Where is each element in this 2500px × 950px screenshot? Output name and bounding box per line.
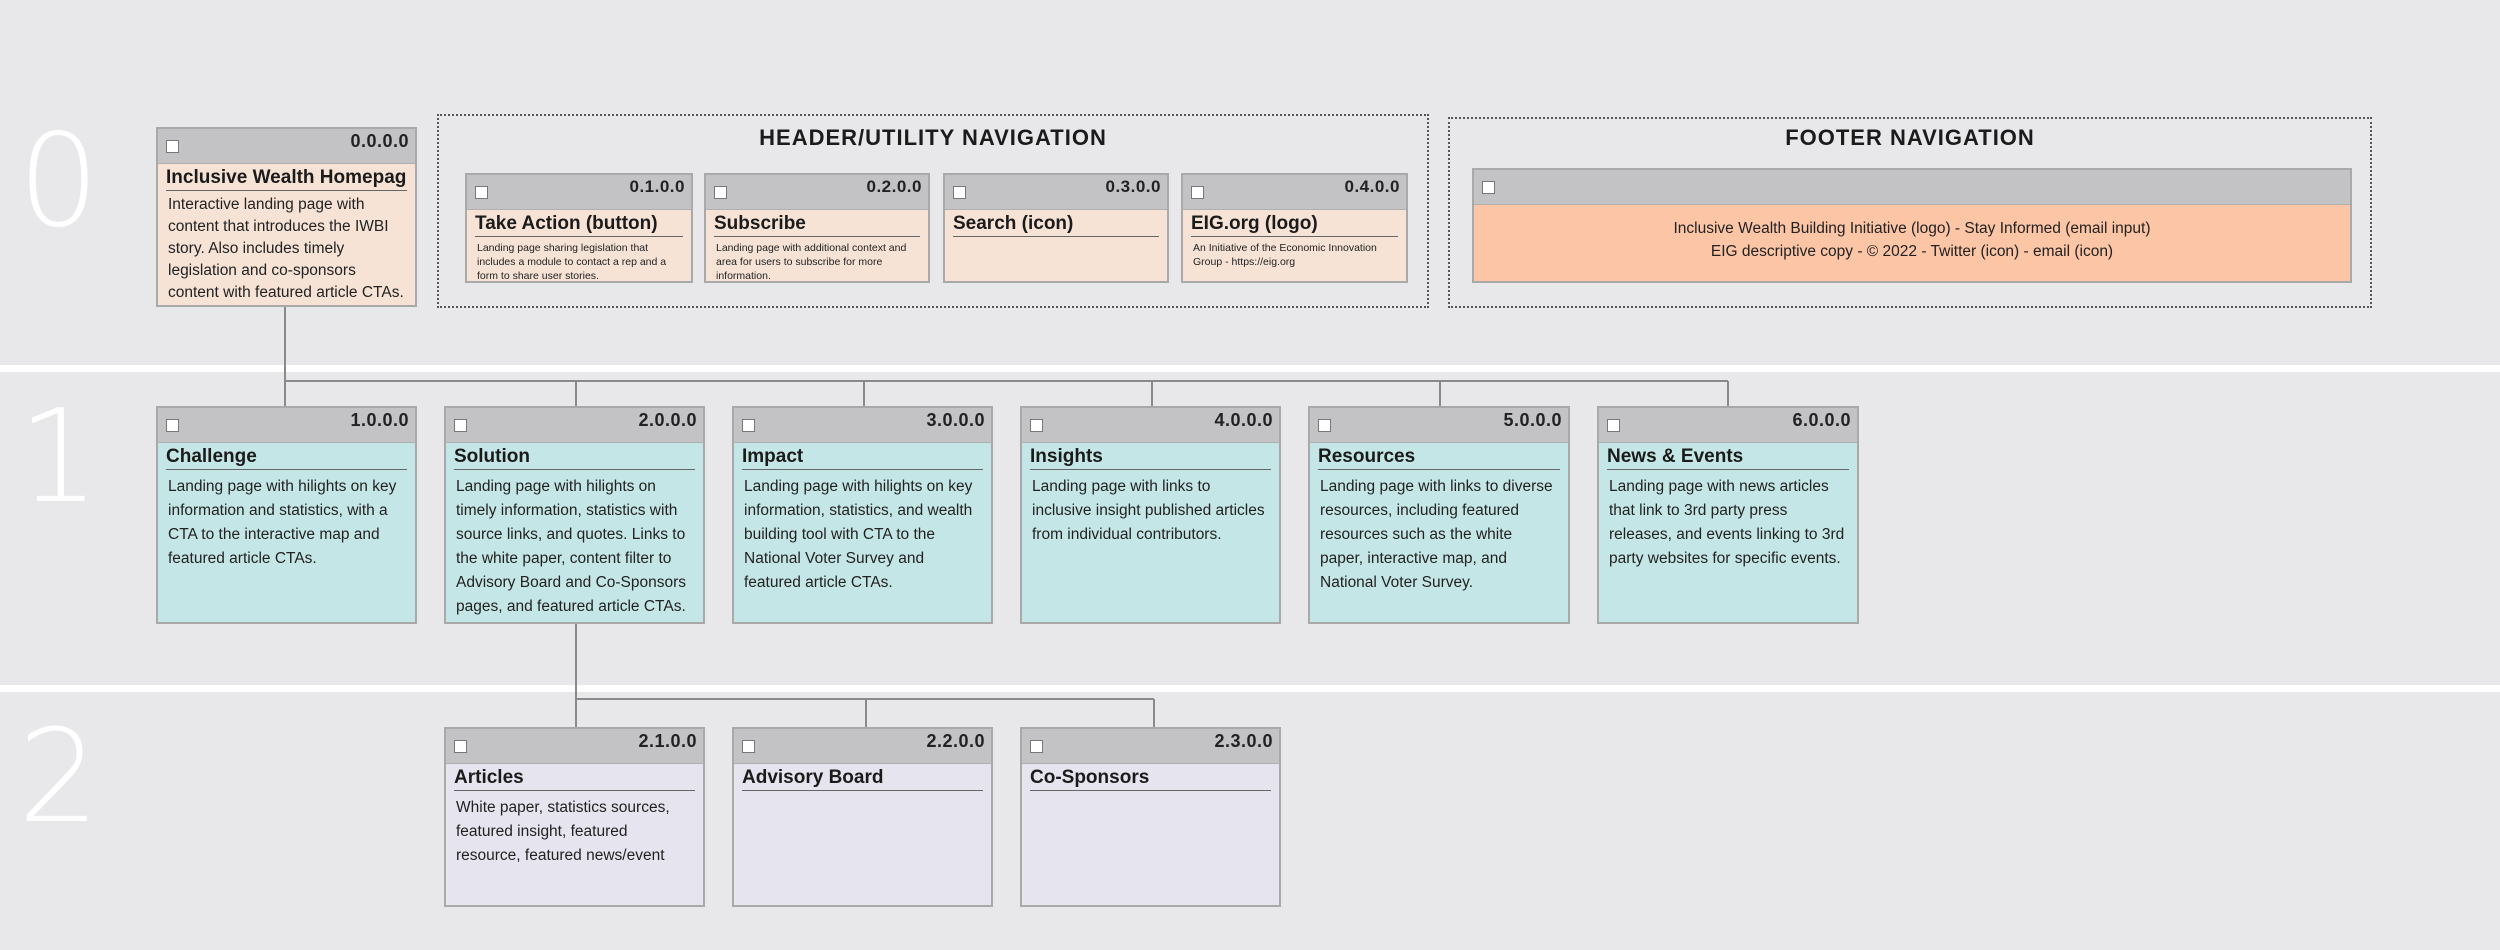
card-description: Landing page with hilights on timely inf…: [456, 478, 687, 615]
card-id: 2.1.0.0: [638, 731, 697, 751]
card-header: 2.3.0.0: [1022, 729, 1279, 764]
card-description: Landing page with additional context and…: [716, 242, 907, 282]
card-id: 1.0.0.0: [350, 410, 409, 430]
card-description: An Initiative of the Economic Innovation…: [1193, 242, 1377, 268]
card-solution[interactable]: 2.0.0.0 Solution Landing page with hilig…: [444, 406, 705, 624]
checkbox[interactable]: [454, 419, 467, 432]
card-id: 0.4.0.0: [1344, 177, 1400, 196]
checkbox[interactable]: [475, 186, 488, 199]
checkbox[interactable]: [1191, 186, 1204, 199]
card-header: 1.0.0.0: [158, 408, 415, 443]
checkbox[interactable]: [166, 140, 179, 153]
card-title: Search (icon): [953, 213, 1159, 237]
card-insights[interactable]: 4.0.0.0 Insights Landing page with links…: [1020, 406, 1281, 624]
card-id: 5.0.0.0: [1503, 410, 1562, 430]
checkbox[interactable]: [742, 419, 755, 432]
card-description: Landing page with hilights on key inform…: [744, 478, 973, 591]
card-homepage[interactable]: 0.0.0.0 Inclusive Wealth Homepage Intera…: [156, 127, 417, 307]
footer-nav-title: FOOTER NAVIGATION: [1785, 125, 2035, 150]
footer-nav-card[interactable]: Inclusive Wealth Building Initiative (lo…: [1472, 168, 2352, 283]
card-description: Landing page with links to inclusive ins…: [1032, 478, 1265, 543]
card-impact[interactable]: 3.0.0.0 Impact Landing page with hilight…: [732, 406, 993, 624]
footer-line-2: EIG descriptive copy - © 2022 - Twitter …: [1710, 243, 2114, 260]
checkbox[interactable]: [454, 740, 467, 753]
card-description: White paper, statistics sources, feature…: [456, 799, 670, 864]
card-title: Co-Sponsors: [1030, 767, 1271, 791]
card-title: Resources: [1318, 446, 1560, 470]
card-header: [1474, 170, 2350, 205]
card-description: Landing page with links to diverse resou…: [1320, 478, 1553, 591]
card-title: EIG.org (logo): [1191, 213, 1398, 237]
card-description: Landing page sharing legislation that in…: [477, 242, 667, 282]
checkbox[interactable]: [742, 740, 755, 753]
card-title: Challenge: [166, 446, 407, 470]
card-id: 2.2.0.0: [926, 731, 985, 751]
card-co-sponsors[interactable]: 2.3.0.0 Co-Sponsors: [1020, 727, 1281, 907]
card-search[interactable]: 0.3.0.0 Search (icon): [943, 173, 1169, 283]
card-id: 4.0.0.0: [1214, 410, 1273, 430]
card-title: Inclusive Wealth Homepage: [166, 167, 407, 191]
card-header: 5.0.0.0: [1310, 408, 1568, 443]
card-id: 6.0.0.0: [1792, 410, 1851, 430]
card-id: 2.0.0.0: [638, 410, 697, 430]
card-news-events[interactable]: 6.0.0.0 News & Events Landing page with …: [1597, 406, 1859, 624]
card-header: 3.0.0.0: [734, 408, 991, 443]
checkbox[interactable]: [1030, 740, 1043, 753]
header-utility-nav-title: HEADER/UTILITY NAVIGATION: [759, 125, 1107, 150]
card-advisory-board[interactable]: 2.2.0.0 Advisory Board: [732, 727, 993, 907]
card-header: 2.0.0.0: [446, 408, 703, 443]
card-title: Solution: [454, 446, 695, 470]
checkbox[interactable]: [1318, 419, 1331, 432]
card-take-action[interactable]: 0.1.0.0 Take Action (button) Landing pag…: [465, 173, 693, 283]
card-id: 0.0.0.0: [350, 131, 409, 151]
card-eig-logo[interactable]: 0.4.0.0 EIG.org (logo) An Initiative of …: [1181, 173, 1408, 283]
card-header: 0.1.0.0: [467, 175, 691, 210]
card-challenge[interactable]: 1.0.0.0 Challenge Landing page with hili…: [156, 406, 417, 624]
card-header: 2.1.0.0: [446, 729, 703, 764]
card-title: News & Events: [1607, 446, 1849, 470]
card-title: Articles: [454, 767, 695, 791]
card-id: 0.2.0.0: [866, 177, 922, 196]
card-description: Interactive landing page with content th…: [168, 196, 404, 301]
checkbox[interactable]: [1482, 181, 1495, 194]
card-header: 6.0.0.0: [1599, 408, 1857, 443]
card-resources[interactable]: 5.0.0.0 Resources Landing page with link…: [1308, 406, 1570, 624]
card-id: 0.3.0.0: [1105, 177, 1161, 196]
card-description: Landing page with hilights on key inform…: [168, 478, 397, 567]
card-title: Impact: [742, 446, 983, 470]
card-header: 2.2.0.0: [734, 729, 991, 764]
card-articles[interactable]: 2.1.0.0 Articles White paper, statistics…: [444, 727, 705, 907]
card-title: Subscribe: [714, 213, 920, 237]
card-id: 3.0.0.0: [926, 410, 985, 430]
card-title: Advisory Board: [742, 767, 983, 791]
footer-line-1: Inclusive Wealth Building Initiative (lo…: [1673, 220, 2151, 237]
checkbox[interactable]: [1030, 419, 1043, 432]
checkbox[interactable]: [166, 419, 179, 432]
card-id: 0.1.0.0: [629, 177, 685, 196]
card-header: 0.3.0.0: [945, 175, 1167, 210]
card-title: Take Action (button): [475, 213, 683, 237]
card-subscribe[interactable]: 0.2.0.0 Subscribe Landing page with addi…: [704, 173, 930, 283]
card-title: Insights: [1030, 446, 1271, 470]
card-header: 0.2.0.0: [706, 175, 928, 210]
checkbox[interactable]: [1607, 419, 1620, 432]
card-header: 0.0.0.0: [158, 129, 415, 164]
card-description: Landing page with news articles that lin…: [1609, 478, 1845, 567]
card-header: 4.0.0.0: [1022, 408, 1279, 443]
checkbox[interactable]: [953, 186, 966, 199]
card-id: 2.3.0.0: [1214, 731, 1273, 751]
checkbox[interactable]: [714, 186, 727, 199]
card-header: 0.4.0.0: [1183, 175, 1406, 210]
